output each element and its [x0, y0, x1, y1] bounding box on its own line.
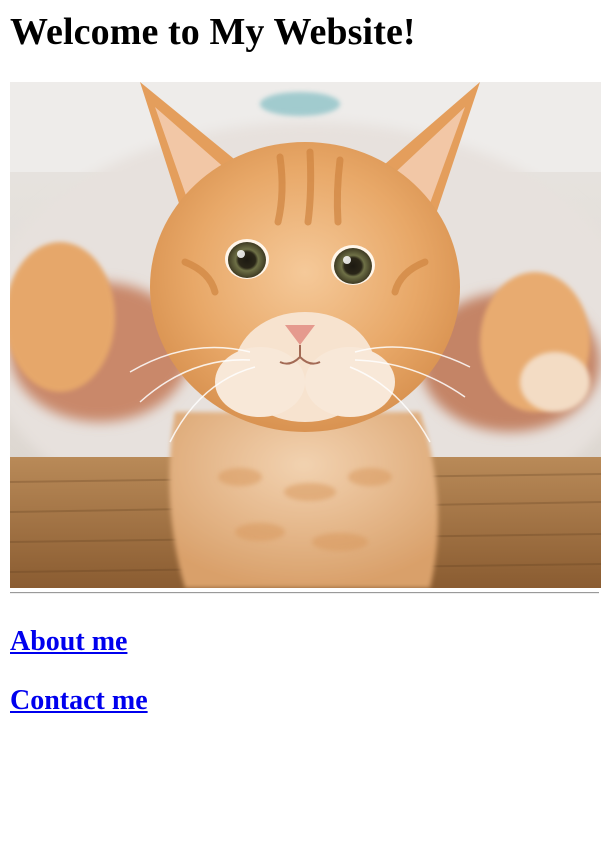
- kitten-image: [10, 82, 601, 588]
- contact-me-link[interactable]: Contact me: [10, 685, 148, 716]
- section-divider: [10, 592, 599, 594]
- about-heading: About me: [10, 626, 127, 658]
- about-me-link[interactable]: About me: [10, 626, 127, 657]
- contact-heading: Contact me: [10, 685, 148, 717]
- page-container: Welcome to My Website!: [0, 0, 601, 54]
- page-title: Welcome to My Website!: [10, 11, 416, 53]
